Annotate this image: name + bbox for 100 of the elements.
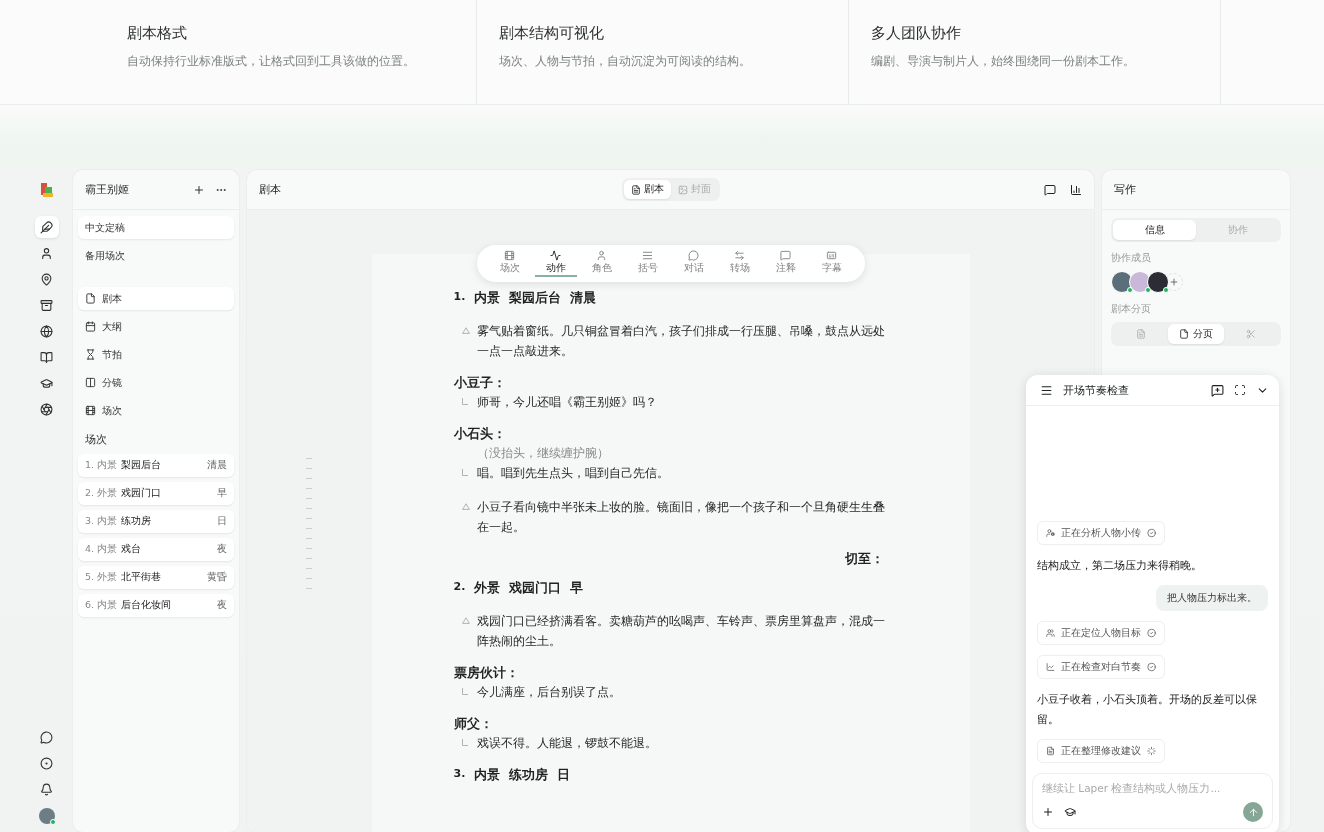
film-icon (504, 250, 515, 261)
add-button[interactable] (193, 183, 205, 196)
format-tool[interactable]: 对话 (672, 250, 715, 277)
logo-icon (39, 182, 54, 198)
task-chip: 正在检查对白节奏 (1037, 655, 1165, 679)
corner-icon (461, 739, 468, 746)
menu-icon[interactable] (1040, 383, 1053, 397)
scene-number: 3. (453, 767, 466, 782)
scene-item[interactable]: 6. 内景 后台化妆间 夜 (78, 594, 234, 617)
lines-icon (642, 250, 653, 261)
globe-icon (40, 324, 53, 338)
task-chip: 正在定位人物目标 (1037, 621, 1165, 645)
view-item[interactable]: 大纲 (78, 315, 234, 338)
arrows-icon (734, 250, 745, 261)
action-text: 雾气贴着窗纸。几只铜盆冒着白汽，孩子们排成一行压腿、吊嗓，鼓点从远处一点一点敲进来。 (476, 324, 885, 358)
format-tool[interactable]: 动作 (534, 250, 577, 277)
bell-icon (40, 782, 53, 796)
character-name: 票房伙计： (453, 665, 520, 682)
view-item[interactable]: 场次 (78, 399, 234, 422)
triangle-icon (461, 617, 470, 624)
feature-title: 多人团队协作 (871, 24, 962, 43)
view-item[interactable]: 分镜 (78, 371, 234, 394)
format-tool[interactable]: 字幕 (810, 250, 853, 277)
draft-item[interactable]: 备用场次 (78, 244, 234, 267)
character-name: 小石头： (453, 426, 507, 443)
user-avatar[interactable] (38, 808, 55, 824)
character-name: 小豆子： (453, 375, 507, 392)
scene-item[interactable]: 2. 外景 戏园门口 早 (78, 482, 234, 505)
task-chip: 正在整理修改建议 (1037, 739, 1165, 763)
section-label: 剧本分页 (1111, 303, 1152, 316)
archive-icon (40, 298, 53, 312)
expand-icon[interactable] (1234, 384, 1246, 396)
captions-icon (826, 250, 837, 261)
dialogue-text: 今儿满座，后台别误了点。 (476, 685, 621, 699)
character-name: 师父： (453, 716, 494, 733)
comment-icon[interactable] (1044, 183, 1056, 196)
action-text: 小豆子看向镜中半张未上妆的脸。镜面旧，像把一个孩子和一个旦角硬生生叠在一起。 (476, 500, 885, 534)
scene-heading: 内景 梨园后台 清晨 (474, 290, 596, 307)
scissors-icon (1246, 329, 1257, 339)
spinner-icon (1147, 746, 1156, 756)
parenthetical: （没抬头，继续缠护腕） (476, 446, 609, 460)
user-icon (40, 246, 53, 260)
corner-icon (461, 398, 468, 405)
triangle-icon (461, 503, 470, 510)
new-chat-icon[interactable] (1211, 383, 1224, 397)
speech-bubble-icon (688, 250, 699, 261)
document-icon (1135, 329, 1146, 339)
file-icon (1179, 329, 1189, 339)
plus-icon[interactable] (1042, 806, 1054, 818)
settings-icon (40, 756, 53, 770)
draft-item[interactable]: 中文定稿 (78, 216, 234, 239)
feature-title: 剧本结构可视化 (499, 24, 605, 43)
format-tool[interactable]: 场次 (488, 250, 531, 277)
view-item[interactable]: 节拍 (78, 343, 234, 366)
dialogue-text: 唱。唱到先生点头，唱到自己先信。 (476, 466, 669, 480)
triangle-icon (461, 327, 470, 334)
map-pin-icon (40, 272, 53, 286)
editor-title: 剧本 (259, 182, 282, 197)
section-label: 场次 (84, 432, 108, 447)
hourglass-icon (85, 349, 96, 360)
mode-tab[interactable]: 剧本 (623, 180, 671, 199)
feature-description: 自动保持行业标准版式，让格式回到工具该做的位置。 (127, 53, 416, 70)
corner-icon (461, 469, 468, 476)
format-tool[interactable]: 注释 (764, 250, 807, 277)
scene-item[interactable]: 4. 内景 戏台 夜 (78, 538, 234, 561)
document-icon (630, 184, 641, 195)
format-tool[interactable]: 转场 (718, 250, 761, 277)
feather-button[interactable] (34, 216, 59, 238)
page-tab[interactable]: 分页 (1168, 324, 1224, 344)
feather-icon (40, 220, 53, 234)
chart-icon[interactable] (1070, 183, 1082, 196)
feature-description: 编剧、导演与制片人，始终围绕同一份剧本工作。 (871, 53, 1136, 70)
format-tool[interactable]: 角色 (580, 250, 623, 277)
book-icon (40, 350, 53, 364)
graduation-cap-icon[interactable] (1064, 806, 1076, 818)
scene-item[interactable]: 3. 内景 练功房 日 (78, 510, 234, 533)
message-field[interactable]: 继续让 Laper 检查结构或人物压力... (1042, 782, 1263, 794)
image-icon (677, 184, 688, 195)
scene-heading: 外景 戏园门口 早 (474, 580, 583, 597)
scene-item[interactable]: 1. 内景 梨园后台 清晨 (78, 454, 234, 477)
project-title: 霸王别姬 (85, 182, 130, 197)
format-tool[interactable]: 括号 (626, 250, 669, 277)
send-button[interactable] (1243, 802, 1263, 822)
panel-title: 写作 (1114, 182, 1137, 197)
user-message: 把人物压力标出来。 (1156, 585, 1268, 611)
speech-bubble-icon (40, 730, 53, 744)
dialogue-text: 师哥，今儿还唱《霸王别姬》吗？ (476, 395, 657, 409)
check-icon (1147, 628, 1156, 638)
plus-icon (1169, 277, 1179, 287)
feature-title: 剧本格式 (127, 24, 188, 43)
user-icon (596, 250, 607, 261)
section-label: 协作成员 (1111, 252, 1152, 265)
scene-number: 1. (453, 290, 466, 305)
dialogue-text: 戏误不得。人能退，锣鼓不能退。 (476, 736, 657, 750)
scene-item[interactable]: 5. 外景 北平街巷 黄昏 (78, 566, 234, 589)
transition-text: 切至： (843, 551, 884, 568)
scene-heading: 内景 练功房 日 (474, 767, 570, 784)
comment-icon (780, 250, 791, 261)
panel-tab[interactable]: 信息 (1113, 220, 1196, 240)
view-item[interactable]: 剧本 (78, 287, 234, 310)
